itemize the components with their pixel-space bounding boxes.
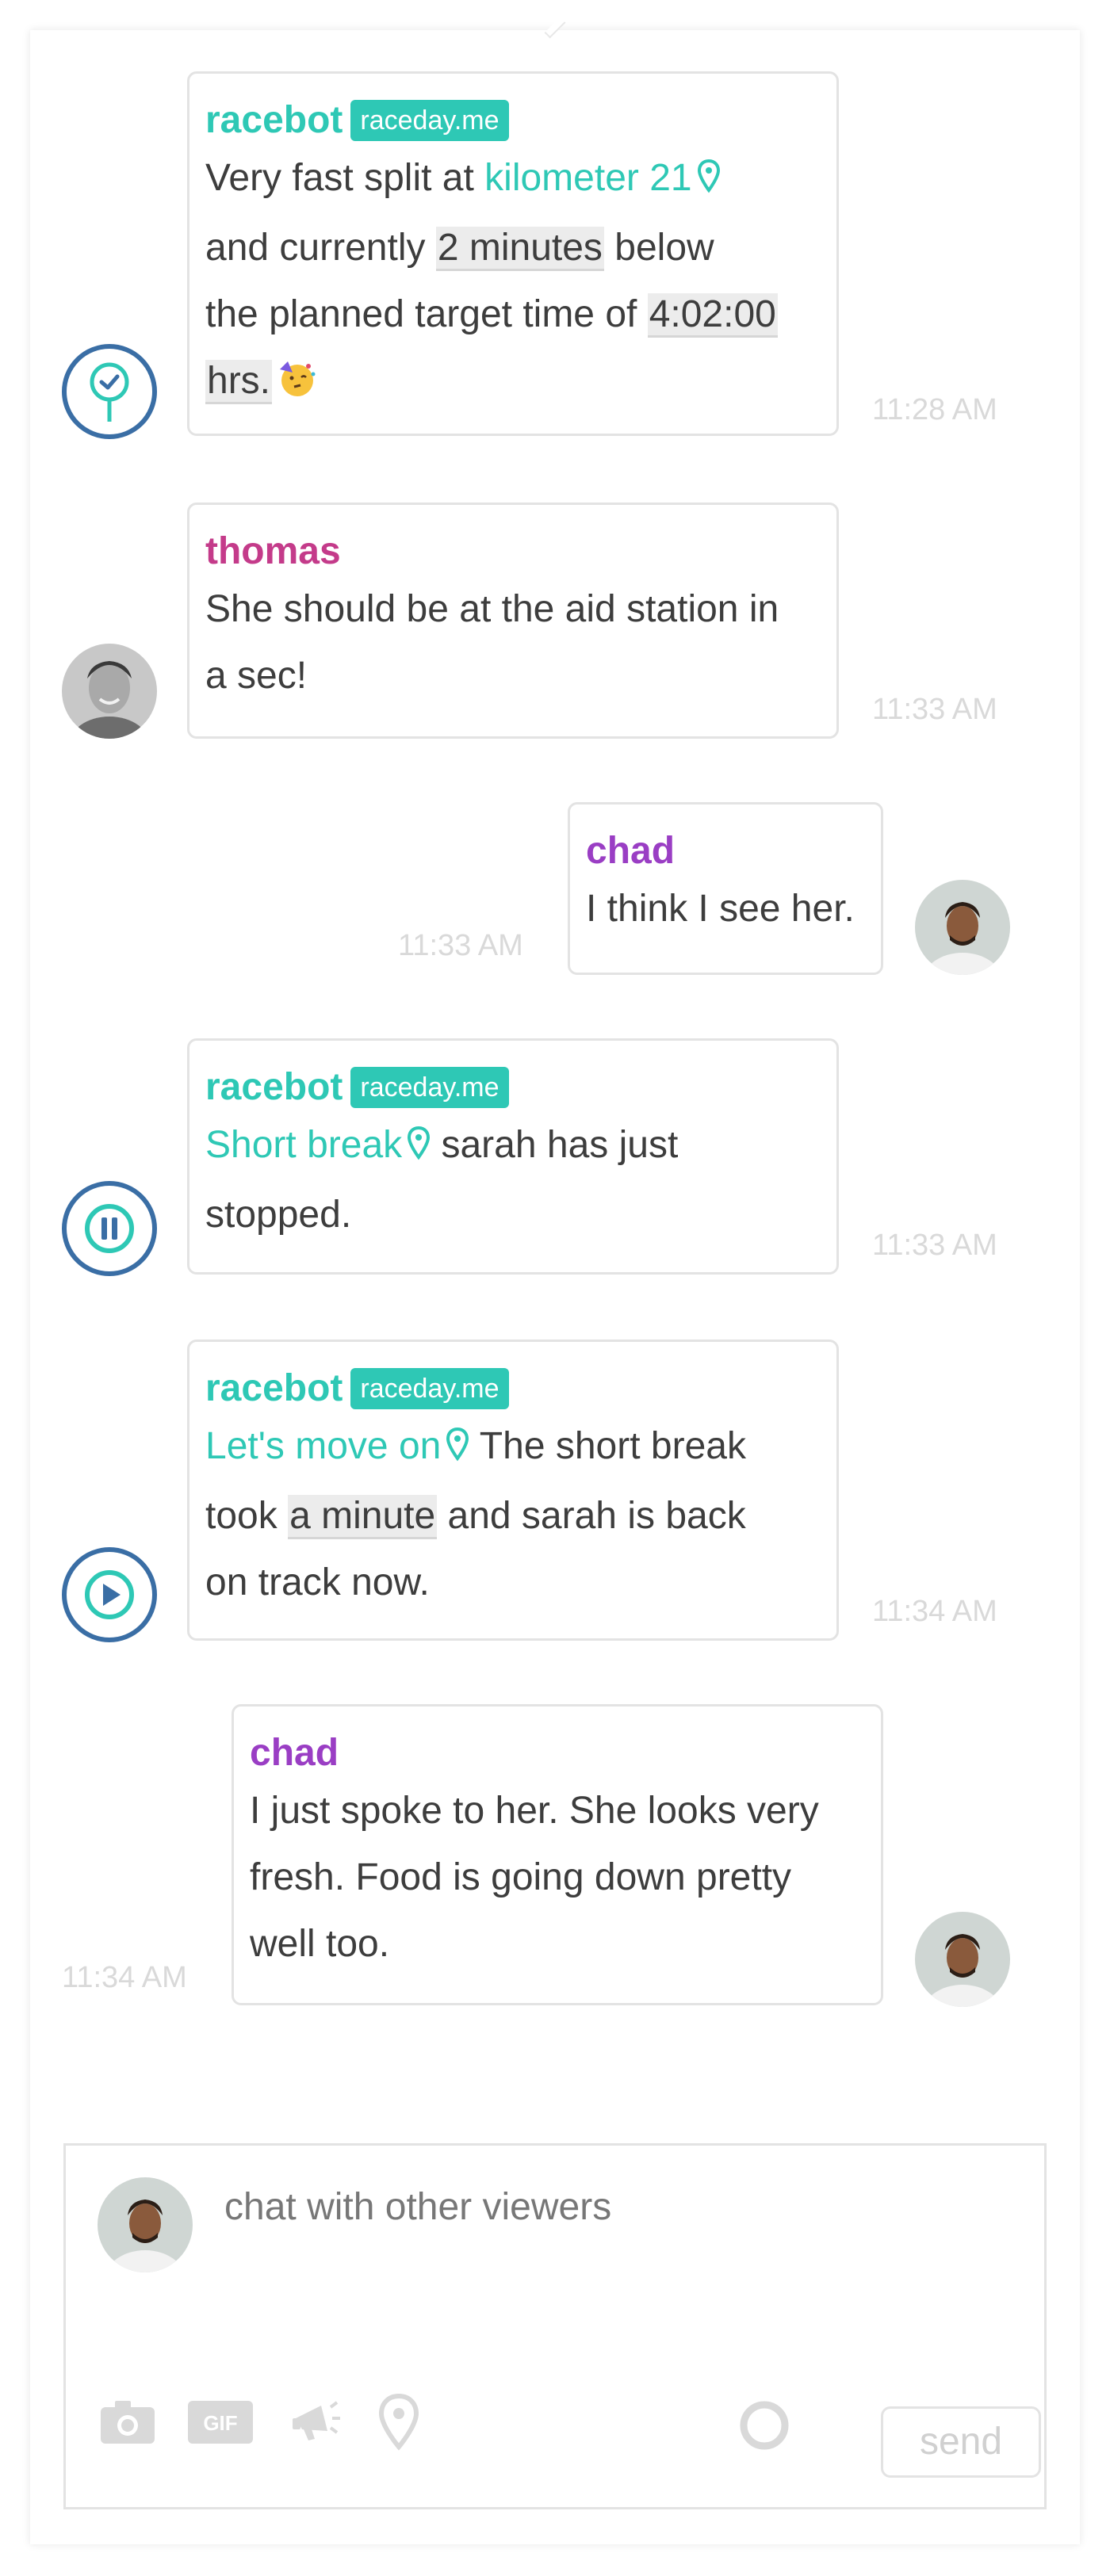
message-text: Short break sarah has just stopped. <box>205 1112 821 1248</box>
sender-name: racebot <box>205 99 343 141</box>
play-icon <box>62 1547 157 1642</box>
gif-icon[interactable]: GIF <box>188 2401 253 2448</box>
pause-icon <box>62 1181 157 1276</box>
location-link[interactable]: kilometer 21 <box>484 157 691 199</box>
message-timestamp: 11:33 AM <box>398 929 523 962</box>
send-button[interactable]: send <box>881 2406 1041 2478</box>
location-pin-icon <box>407 1115 431 1182</box>
event-link[interactable]: Short break <box>205 1124 402 1166</box>
sender-name: chad <box>250 1732 339 1774</box>
message-timestamp: 11:33 AM <box>872 1229 997 1262</box>
message-timestamp: 11:33 AM <box>872 693 997 726</box>
source-badge[interactable]: raceday.me <box>350 1368 509 1409</box>
message-bubble: chad I think I see her. <box>568 802 883 975</box>
avatar[interactable] <box>62 644 157 739</box>
location-pin-icon <box>697 148 721 215</box>
location-pin-icon[interactable] <box>375 2391 423 2456</box>
event-link[interactable]: Let's move on <box>205 1425 441 1467</box>
checkpoint-pin-icon <box>62 344 157 439</box>
message-text: Let's move on The short break took a min… <box>205 1413 821 1616</box>
chat-input[interactable]: chat with other viewers <box>224 2185 611 2229</box>
message-text: I think I see her. <box>586 888 855 930</box>
avatar[interactable] <box>915 1912 1010 2007</box>
message-bubble: thomas She should be at the aid station … <box>187 503 839 739</box>
source-badge[interactable]: raceday.me <box>350 1067 509 1108</box>
svg-text:GIF: GIF <box>203 2411 237 2435</box>
location-pin-icon <box>446 1416 469 1483</box>
camera-icon[interactable] <box>98 2391 158 2456</box>
sender-name: racebot <box>205 1367 343 1409</box>
megaphone-icon[interactable] <box>286 2391 346 2456</box>
record-icon[interactable] <box>737 2398 792 2457</box>
message-bubble: racebot raceday.me Short break sarah has… <box>187 1038 839 1275</box>
sender-name: racebot <box>205 1066 343 1108</box>
avatar[interactable] <box>915 880 1010 975</box>
avatar <box>98 2177 193 2272</box>
message-bubble: chad I just spoke to her. She looks very… <box>232 1704 883 2005</box>
message-timestamp: 11:34 AM <box>62 1961 187 1994</box>
message-timestamp: 11:28 AM <box>872 393 997 426</box>
source-badge[interactable]: raceday.me <box>350 100 509 141</box>
message-text: I just spoke to her. She looks very fres… <box>250 1790 819 1965</box>
chat-composer[interactable]: chat with other viewers GIF send <box>63 2143 1047 2509</box>
message-bubble: racebot raceday.me Let's move on The sho… <box>187 1340 839 1641</box>
message-text: Very fast split at kilometer 21 and curr… <box>205 145 821 421</box>
sender-name: chad <box>586 830 676 872</box>
message-text: She should be at the aid station in a se… <box>205 588 779 697</box>
message-bubble: racebot raceday.me Very fast split at ki… <box>187 71 839 436</box>
sender-name: thomas <box>205 530 341 572</box>
party-face-emoji-icon <box>277 354 318 421</box>
message-timestamp: 11:34 AM <box>872 1595 997 1628</box>
